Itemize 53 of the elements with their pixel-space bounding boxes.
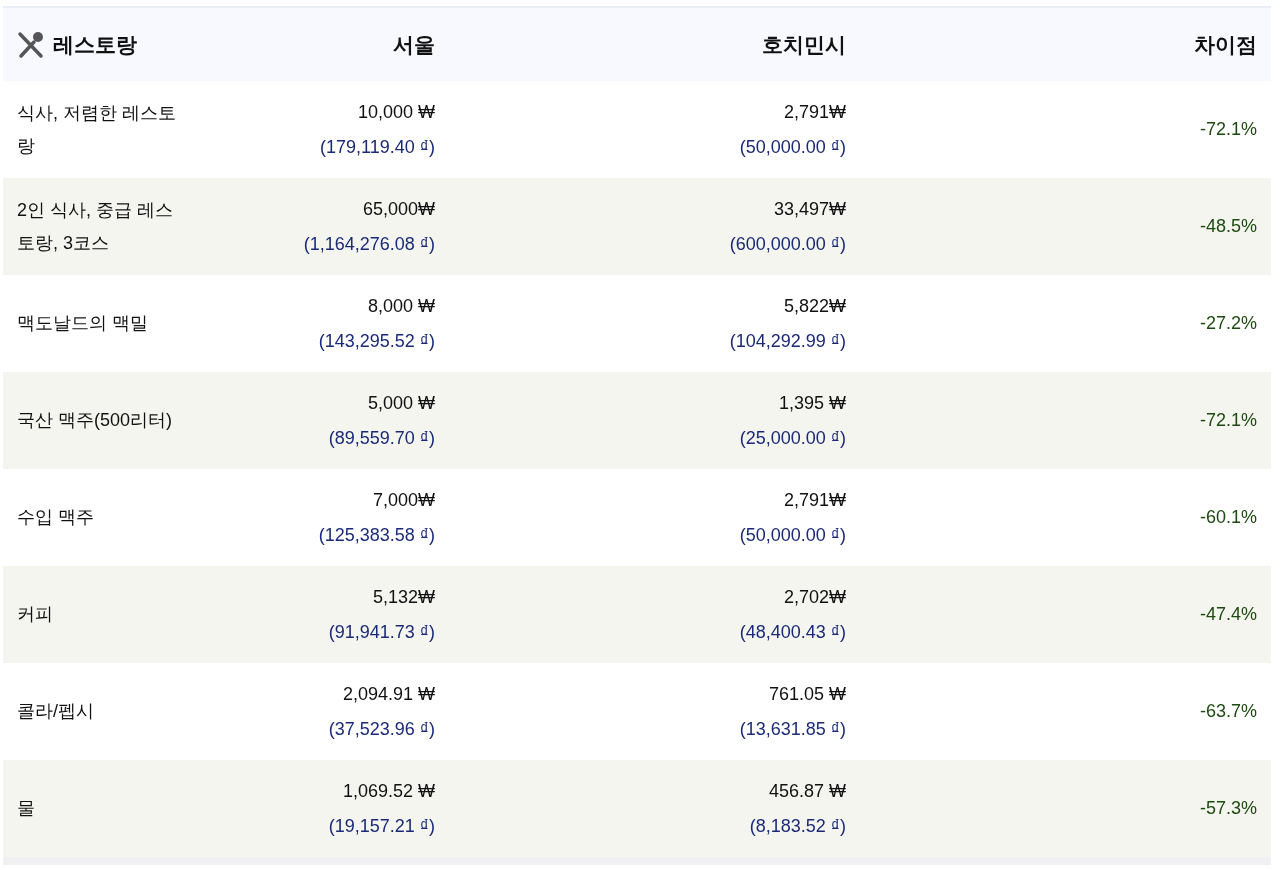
column-header: 서울 [393, 31, 435, 58]
dong-price: (48,400.43 ₫) [739, 620, 846, 644]
difference-percent: -57.3% [1199, 797, 1257, 820]
won-price: 8,000 ₩ [367, 294, 435, 318]
dong-price: (1,164,276.08 ₫) [303, 232, 435, 256]
dong-price: (125,383.58 ₫) [318, 523, 435, 547]
won-price: 5,000 ₩ [367, 391, 435, 415]
fork-spoon-icon [17, 30, 45, 59]
item-label: 커피 [17, 603, 53, 626]
item-label: 콜라/펩시 [17, 700, 94, 723]
dong-price: (25,000.00 ₫) [739, 426, 846, 450]
won-price: 2,791₩ [783, 488, 846, 512]
difference-percent: -72.1% [1199, 118, 1257, 141]
difference-percent: -27.2% [1199, 312, 1257, 335]
difference-percent: -72.1% [1199, 409, 1257, 432]
item-label: 물 [17, 797, 35, 820]
item-label: 맥도날드의 맥밀 [17, 312, 148, 335]
dong-price: (179,119.40 ₫) [320, 135, 435, 159]
item-label: 수입 맥주 [17, 506, 94, 529]
item-label: 식사, 저렴한 레스토랑 [17, 101, 177, 158]
dong-price: (104,292.99 ₫) [729, 329, 846, 353]
won-price: 456.87 ₩ [768, 779, 846, 803]
dong-price: (50,000.00 ₫) [739, 523, 846, 547]
dong-price: (19,157.21 ₫) [328, 814, 435, 838]
difference-percent: -48.5% [1199, 215, 1257, 238]
dong-price: (600,000.00 ₫) [729, 232, 846, 256]
column-header: 차이점 [1194, 31, 1257, 58]
dong-price: (37,523.96 ₫) [328, 717, 435, 741]
won-price: 1,069.52 ₩ [342, 779, 435, 803]
item-label: 2인 식사, 중급 레스토랑, 3코스 [17, 198, 174, 255]
won-price: 2,094.91 ₩ [342, 682, 435, 706]
column-header: 호치민시 [762, 31, 846, 58]
difference-percent: -47.4% [1199, 603, 1257, 626]
dong-price: (8,183.52 ₫) [749, 814, 846, 838]
won-price: 761.05 ₩ [768, 682, 846, 706]
won-price: 1,395 ₩ [778, 391, 846, 415]
won-price: 5,132₩ [372, 585, 435, 609]
dong-price: (50,000.00 ₫) [739, 135, 846, 159]
won-price: 10,000 ₩ [357, 100, 435, 124]
won-price: 2,791₩ [783, 100, 846, 124]
won-price: 2,702₩ [783, 585, 846, 609]
dong-price: (91,941.73 ₫) [328, 620, 435, 644]
won-price: 7,000₩ [372, 488, 435, 512]
won-price: 33,497₩ [773, 197, 846, 221]
won-price: 65,000₩ [362, 197, 435, 221]
dong-price: (143,295.52 ₫) [318, 329, 435, 353]
difference-percent: -63.7% [1199, 700, 1257, 723]
dong-price: (13,631.85 ₫) [739, 717, 846, 741]
won-price: 5,822₩ [783, 294, 846, 318]
item-label: 국산 맥주(500리터) [17, 409, 173, 432]
dong-price: (89,559.70 ₫) [328, 426, 435, 450]
table-title: 레스토랑 [53, 31, 137, 58]
difference-percent: -60.1% [1199, 506, 1257, 529]
